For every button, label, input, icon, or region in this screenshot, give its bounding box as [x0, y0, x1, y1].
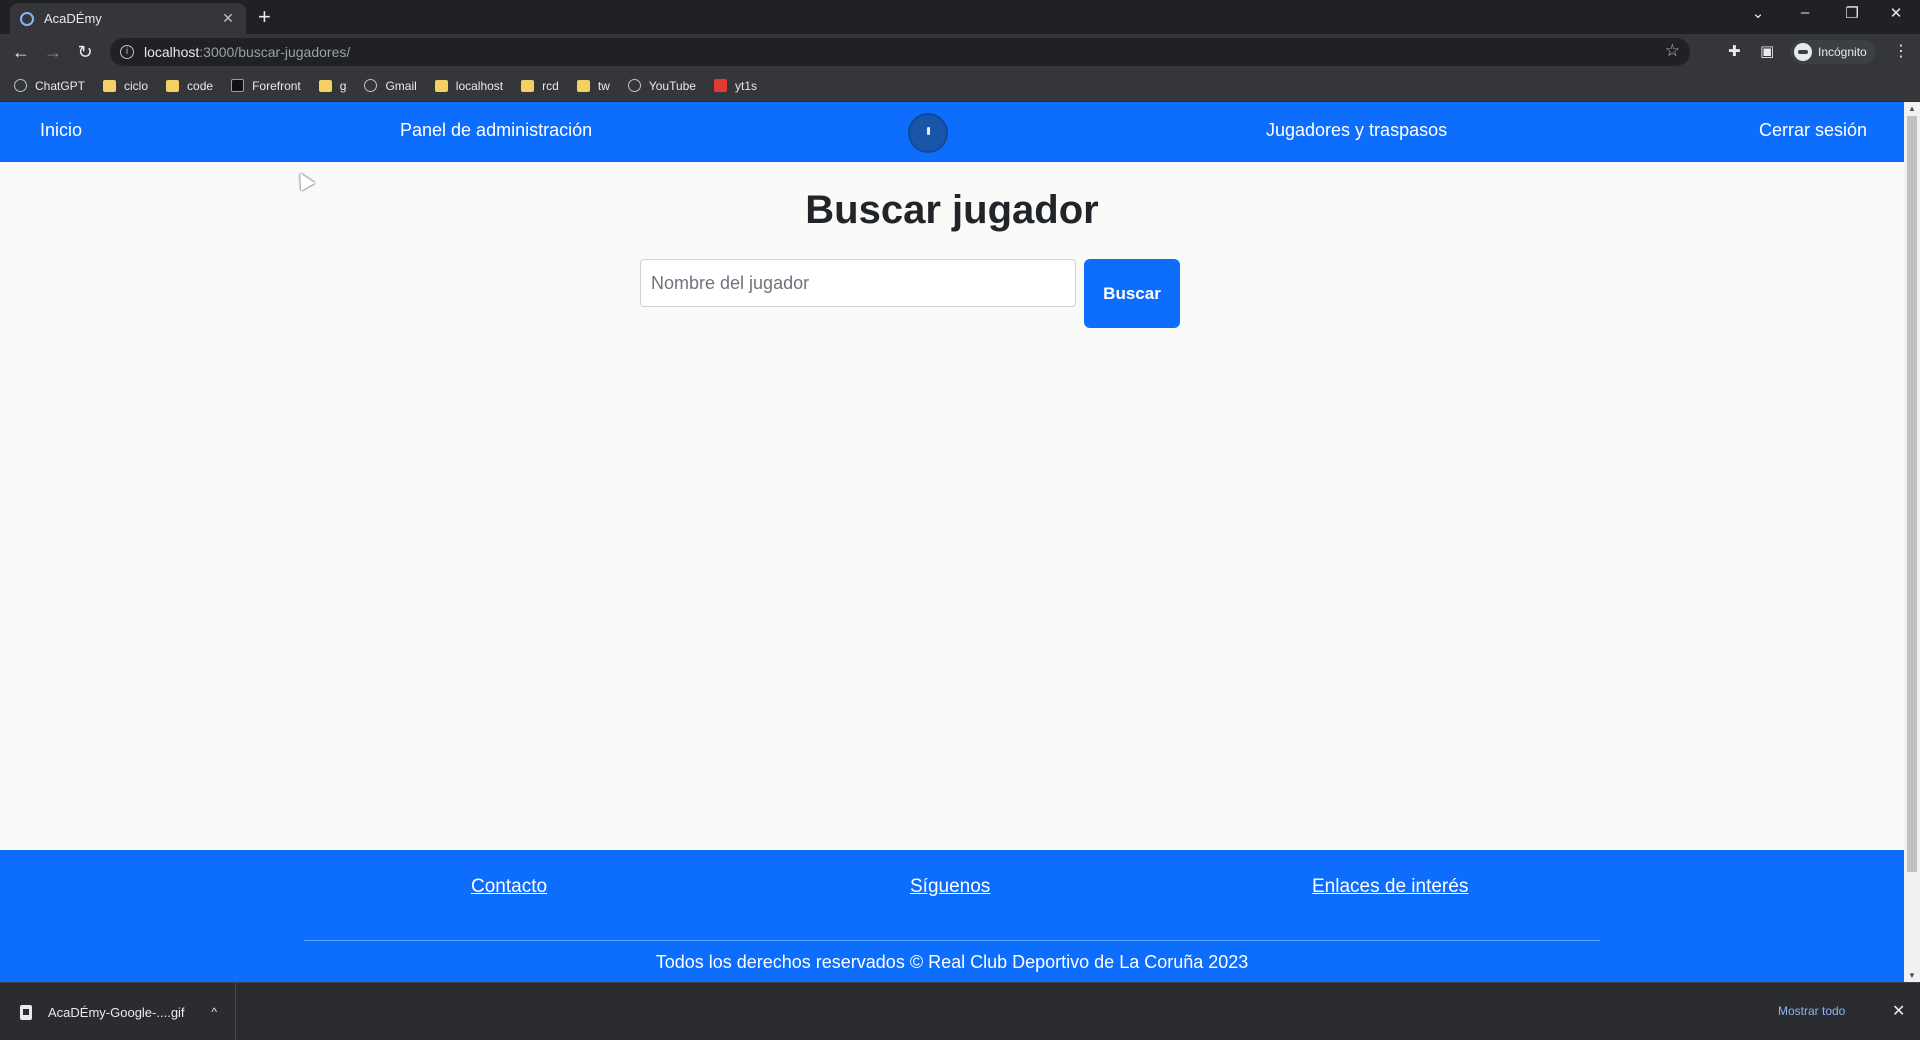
bookmark-youtube[interactable]: YouTube	[627, 78, 696, 93]
site-footer: Contacto Síguenos Enlaces de interés Tod…	[0, 850, 1904, 982]
tab-search-icon[interactable]: ⌄	[1748, 4, 1768, 22]
bookmark-label: code	[187, 78, 214, 93]
page-viewport: Inicio Panel de administración Jugadores…	[0, 102, 1904, 982]
folder-icon	[576, 79, 590, 92]
bookmark-forefront[interactable]: Forefront	[231, 79, 301, 93]
bookmark-label: ciclo	[124, 78, 149, 93]
scroll-down-icon[interactable]: ▼	[1908, 971, 1916, 980]
site-info-icon[interactable]: i	[120, 45, 134, 59]
folder-icon	[318, 79, 332, 92]
bookmark-star-icon[interactable]: ☆	[1665, 41, 1680, 61]
download-shelf: AcaDÉmy-Google-....gif ^ Mostrar todo ✕	[0, 982, 1920, 1040]
footer-contact-link[interactable]: Contacto	[471, 876, 547, 898]
back-arrow-icon[interactable]: ←	[10, 41, 32, 63]
url-host: localhost	[144, 44, 200, 60]
nav-players-transfers-link[interactable]: Jugadores y traspasos	[1266, 120, 1447, 141]
bookmark-label: Gmail	[385, 78, 417, 93]
forward-arrow-icon[interactable]: →	[42, 41, 64, 63]
site-navbar: Inicio Panel de administración Jugadores…	[0, 102, 1904, 162]
restore-icon[interactable]: ❐	[1842, 4, 1862, 22]
globe-icon	[14, 79, 27, 92]
bookmarks-bar: ChatGPT ciclo code Forefront g Gmail loc…	[0, 70, 1920, 102]
file-icon	[20, 1004, 32, 1020]
address-bar[interactable]: i localhost :3000/buscar-jugadores/ ☆	[110, 38, 1690, 66]
bookmark-label: rcd	[542, 78, 559, 93]
folder-icon	[166, 79, 180, 92]
window-close-icon[interactable]: ✕	[1886, 4, 1906, 22]
react-favicon-icon	[20, 11, 34, 26]
search-button[interactable]: Buscar	[1084, 259, 1180, 328]
minimize-icon[interactable]: –	[1795, 4, 1815, 21]
bookmark-tw[interactable]: tw	[576, 78, 610, 93]
nav-admin-panel-link[interactable]: Panel de administración	[400, 120, 592, 141]
globe-icon	[627, 79, 641, 92]
bookmark-g[interactable]: g	[318, 78, 347, 93]
bookmark-label: YouTube	[648, 78, 696, 93]
page-title: Buscar jugador	[805, 188, 1099, 232]
player-name-input[interactable]	[640, 259, 1076, 307]
footer-links-link[interactable]: Enlaces de interés	[1312, 876, 1468, 898]
scrollbar-thumb[interactable]	[1907, 116, 1917, 872]
nav-home-link[interactable]: Inicio	[40, 120, 82, 141]
chevron-up-icon[interactable]: ^	[211, 1005, 217, 1019]
page-scrollbar[interactable]: ▲ ▼	[1904, 102, 1920, 982]
download-item[interactable]: AcaDÉmy-Google-....gif ^	[0, 983, 236, 1040]
bookmark-label: ChatGPT	[35, 78, 86, 93]
bookmark-label: tw	[597, 78, 610, 93]
browser-tabstrip: AcaDÉmy ✕ + ⌄ – ❐ ✕	[0, 0, 1920, 34]
scroll-up-icon[interactable]: ▲	[1908, 104, 1916, 113]
reload-icon[interactable]: ↻	[74, 41, 96, 63]
url-path: :3000/buscar-jugadores/	[199, 44, 351, 60]
bookmark-localhost[interactable]: localhost	[434, 78, 504, 93]
forefront-icon	[231, 79, 245, 92]
bookmark-label: localhost	[455, 78, 504, 93]
bookmark-gmail[interactable]: Gmail	[364, 78, 417, 93]
bookmark-label: yt1s	[734, 78, 757, 93]
bookmark-label: Forefront	[252, 78, 301, 93]
incognito-label: Incógnito	[1818, 45, 1867, 59]
bookmark-yt1s[interactable]: yt1s	[713, 78, 757, 93]
bookmark-chatgpt[interactable]: ChatGPT	[14, 79, 85, 93]
bookmark-rcd[interactable]: rcd	[521, 79, 559, 93]
club-logo-icon[interactable]	[908, 113, 948, 153]
folder-icon	[103, 79, 117, 92]
bookmark-ciclo[interactable]: ciclo	[103, 79, 148, 93]
tab-title: AcaDÉmy	[44, 11, 102, 26]
browser-toolbar: ← → ↻ i localhost :3000/buscar-jugadores…	[0, 34, 1920, 70]
footer-divider	[304, 940, 1600, 941]
new-tab-button[interactable]: +	[258, 4, 271, 30]
bookmark-label: g	[339, 78, 347, 93]
globe-icon	[364, 79, 378, 92]
nav-logout-link[interactable]: Cerrar sesión	[1759, 120, 1867, 141]
download-file-name: AcaDÉmy-Google-....gif	[48, 1004, 185, 1020]
bookmark-code[interactable]: code	[166, 79, 213, 93]
tab-close-icon[interactable]: ✕	[220, 10, 236, 27]
show-all-downloads-button[interactable]: Mostrar todo	[1778, 1004, 1845, 1018]
folder-icon	[521, 79, 535, 92]
footer-follow-link[interactable]: Síguenos	[910, 876, 990, 898]
incognito-icon	[1794, 43, 1812, 61]
side-panel-icon[interactable]: ▣	[1760, 42, 1774, 60]
footer-copyright: Todos los derechos reservados © Real Clu…	[655, 952, 1249, 972]
browser-menu-icon[interactable]: ⋮	[1893, 41, 1909, 61]
close-downloads-icon[interactable]: ✕	[1892, 1001, 1905, 1021]
folder-icon	[434, 79, 448, 92]
browser-tab[interactable]: AcaDÉmy ✕	[10, 3, 246, 34]
incognito-profile-button[interactable]: Incógnito	[1790, 40, 1875, 64]
extensions-puzzle-icon[interactable]: ✚	[1728, 42, 1741, 60]
yt1s-icon	[713, 79, 727, 92]
